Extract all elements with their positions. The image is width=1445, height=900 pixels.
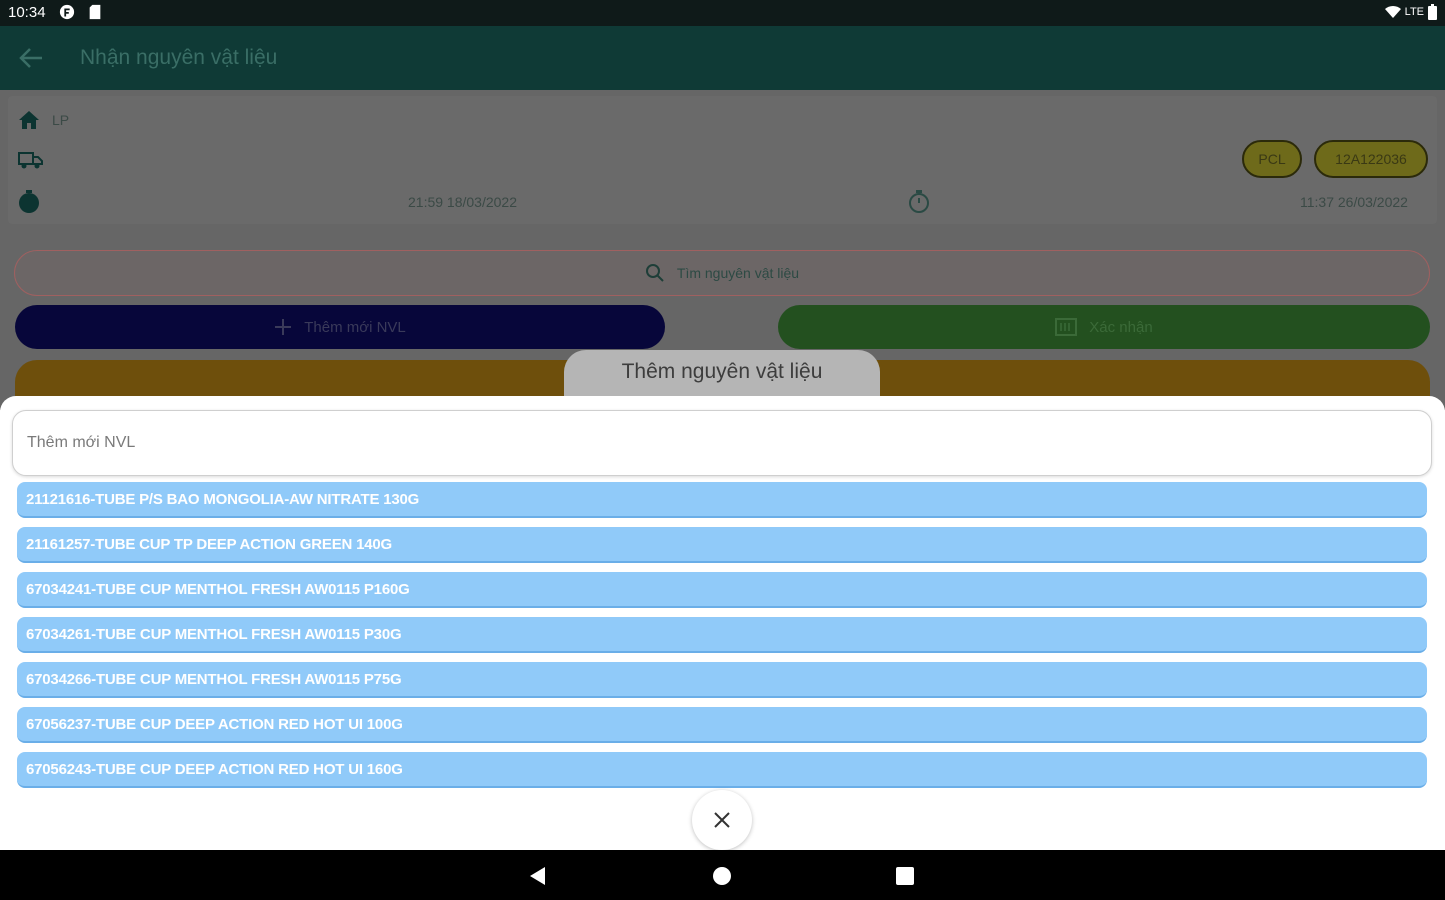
status-right: LTE xyxy=(1384,4,1437,20)
truck-icon xyxy=(18,152,43,169)
close-icon xyxy=(714,812,730,828)
status-time: 10:34 xyxy=(8,4,46,21)
confirm-button[interactable]: Xác nhận xyxy=(778,305,1430,349)
list-item[interactable]: 67056243-TUBE CUP DEEP ACTION RED HOT UI… xyxy=(17,752,1427,788)
start-time: 21:59 18/03/2022 xyxy=(408,194,517,210)
stopwatch-filled-icon xyxy=(19,190,39,213)
page-title: Nhận nguyên vật liệu xyxy=(80,46,278,69)
chip-pcl: PCL xyxy=(1242,140,1302,178)
list-item[interactable]: 67034261-TUBE CUP MENTHOL FRESH AW0115 P… xyxy=(17,617,1427,653)
scan-icon xyxy=(1055,318,1078,336)
material-list: 21121616-TUBE P/S BAO MONGOLIA-AW NITRAT… xyxy=(17,482,1427,788)
nav-back-icon[interactable] xyxy=(528,866,548,886)
battery-icon xyxy=(1428,4,1437,20)
info-card: LP PCL 12A122036 21:59 18/03/2022 11:37 … xyxy=(8,96,1437,224)
list-item[interactable]: 67034266-TUBE CUP MENTHOL FRESH AW0115 P… xyxy=(17,662,1427,698)
confirm-label: Xác nhận xyxy=(1089,318,1153,336)
home-icon xyxy=(19,111,39,129)
network-type: LTE xyxy=(1404,6,1424,18)
list-item[interactable]: 21161257-TUBE CUP TP DEEP ACTION GREEN 1… xyxy=(17,527,1427,563)
add-material-label: Thêm mới NVL xyxy=(304,318,406,336)
status-bar: 10:34 LTE xyxy=(0,0,1445,26)
chip-plate: 12A122036 xyxy=(1314,140,1428,178)
search-bar[interactable]: Tìm nguyên vật liệu xyxy=(14,250,1430,296)
wifi-icon xyxy=(1384,5,1401,19)
sd-card-icon xyxy=(89,4,101,20)
add-material-sheet: 21121616-TUBE P/S BAO MONGOLIA-AW NITRAT… xyxy=(0,396,1445,850)
app-bar: Nhận nguyên vật liệu xyxy=(0,26,1445,90)
add-material-button[interactable]: Thêm mới NVL xyxy=(15,305,665,349)
new-material-input[interactable] xyxy=(12,410,1432,476)
sheet-tab-title: Thêm nguyên vật liệu xyxy=(564,350,880,402)
app-notification-icon xyxy=(59,4,75,20)
plus-icon xyxy=(275,319,292,335)
search-icon xyxy=(645,264,664,282)
system-nav-bar xyxy=(0,850,1445,900)
end-time: 11:37 26/03/2022 xyxy=(1300,194,1408,210)
stopwatch-outline-icon xyxy=(909,190,929,213)
list-item[interactable]: 21121616-TUBE P/S BAO MONGOLIA-AW NITRAT… xyxy=(17,482,1427,518)
search-placeholder: Tìm nguyên vật liệu xyxy=(676,265,800,281)
back-arrow-icon[interactable] xyxy=(18,46,44,70)
nav-recents-icon[interactable] xyxy=(895,866,915,886)
list-item[interactable]: 67056237-TUBE CUP DEEP ACTION RED HOT UI… xyxy=(17,707,1427,743)
list-item[interactable]: 67034241-TUBE CUP MENTHOL FRESH AW0115 P… xyxy=(17,572,1427,608)
location-label: LP xyxy=(52,112,70,128)
close-sheet-button[interactable] xyxy=(692,790,752,850)
nav-home-icon[interactable] xyxy=(712,866,732,886)
